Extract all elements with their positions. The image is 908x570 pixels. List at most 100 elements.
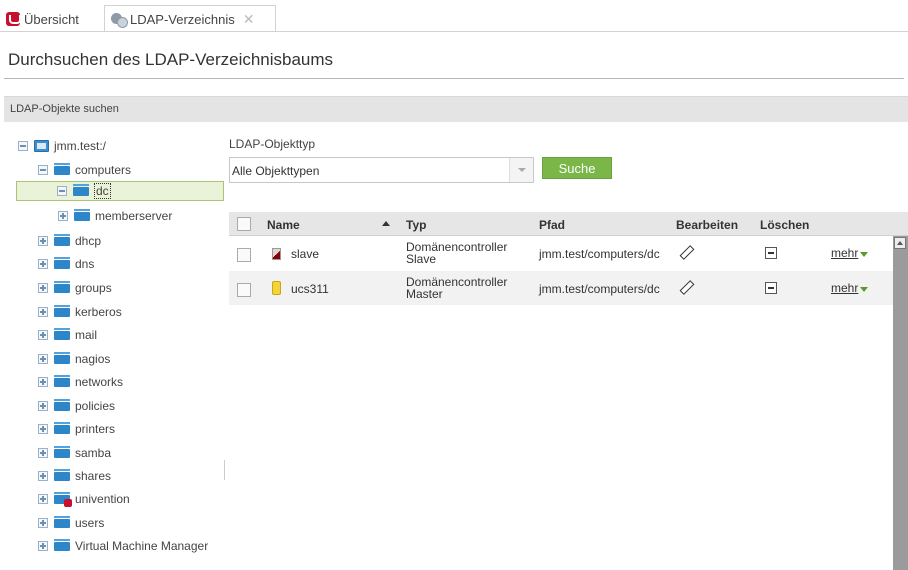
tree-node-label: dc: [94, 183, 111, 199]
expand-icon[interactable]: [38, 259, 48, 269]
tree-node-label: computers: [75, 163, 132, 177]
tree-node-dhcp[interactable]: dhcp: [38, 231, 101, 251]
collapse-icon[interactable]: [57, 186, 67, 196]
search-button[interactable]: Suche: [542, 157, 612, 179]
folder-icon: [54, 327, 70, 340]
edit-icon[interactable]: [680, 246, 692, 258]
tree-node-mail[interactable]: mail: [38, 325, 97, 345]
folder-icon: [54, 515, 70, 528]
object-type-select[interactable]: Alle Objekttypen: [229, 157, 534, 183]
row-path: jmm.test/computers/dc: [539, 282, 660, 296]
row-name: ucs311: [291, 282, 329, 296]
expand-icon[interactable]: [38, 307, 48, 317]
collapse-icon[interactable]: [38, 165, 48, 175]
tree-node-nagios[interactable]: nagios: [38, 349, 110, 369]
column-header-bearbeiten: Bearbeiten: [676, 218, 739, 232]
column-header-loeschen: Löschen: [760, 218, 810, 232]
collapse-icon[interactable]: [18, 141, 28, 151]
folder-icon: [54, 421, 70, 434]
folder-icon: [54, 374, 70, 387]
folder-icon: [54, 233, 70, 246]
tree-node-label: groups: [75, 281, 112, 295]
folder-icon: [54, 538, 70, 551]
tree-node-computers[interactable]: computers: [38, 160, 131, 180]
expand-icon[interactable]: [38, 377, 48, 387]
select-all-checkbox[interactable]: [237, 217, 251, 231]
tree-node-groups[interactable]: groups: [38, 278, 112, 298]
tree-node-policies[interactable]: policies: [38, 396, 115, 416]
folder-icon: [74, 208, 90, 221]
tree-node-users[interactable]: users: [38, 513, 104, 533]
expand-icon[interactable]: [38, 354, 48, 364]
chevron-down-icon[interactable]: [860, 252, 868, 257]
row-name: slave: [291, 247, 320, 261]
row-path: jmm.test/computers/dc: [539, 247, 660, 261]
tree-node-label: dhcp: [75, 234, 102, 248]
expand-icon[interactable]: [38, 541, 48, 551]
folder-icon: [54, 351, 70, 364]
expand-icon[interactable]: [38, 283, 48, 293]
tab-ldap-label: LDAP-Verzeichnis: [130, 11, 235, 27]
scroll-up-arrow-icon[interactable]: [894, 237, 906, 249]
delete-icon[interactable]: [765, 282, 777, 294]
tree-node-shares[interactable]: shares: [38, 466, 111, 486]
expand-icon[interactable]: [38, 471, 48, 481]
expand-icon[interactable]: [38, 494, 48, 504]
pane-splitter[interactable]: [224, 460, 225, 480]
tree-node-label: univention: [75, 492, 130, 506]
column-header-pfad[interactable]: Pfad: [539, 218, 565, 232]
dropdown-arrow-icon[interactable]: [509, 158, 533, 182]
dc-slave-icon: [272, 248, 281, 260]
expand-icon[interactable]: [38, 330, 48, 340]
table-row[interactable]: slave Domänencontroller Slave jmm.test/c…: [229, 236, 893, 270]
ldap-directory-icon: [111, 12, 128, 28]
title-divider: [4, 78, 904, 79]
delete-icon[interactable]: [765, 247, 777, 259]
tree-node-univention[interactable]: univention: [38, 489, 130, 509]
tree-node-dc[interactable]: dc: [16, 181, 224, 201]
tree-node-printers[interactable]: printers: [38, 419, 115, 439]
tree-node-label: mail: [75, 328, 98, 342]
results-grid: Name Typ Pfad Bearbeiten Löschen slave D…: [229, 212, 908, 570]
expand-icon[interactable]: [38, 236, 48, 246]
row-checkbox[interactable]: [237, 283, 251, 297]
tree-node-kerberos[interactable]: kerberos: [38, 302, 122, 322]
expand-icon[interactable]: [38, 518, 48, 528]
tree-node-label: networks: [75, 375, 124, 389]
page-title: Durchsuchen des LDAP-Verzeichnisbaums: [8, 50, 334, 69]
tree-node-samba[interactable]: samba: [38, 443, 111, 463]
tree-node-memberserver[interactable]: memberserver: [58, 206, 172, 226]
tree-node-label: Virtual Machine Manager: [75, 539, 209, 553]
expand-icon[interactable]: [38, 424, 48, 434]
object-type-value: Alle Objekttypen: [232, 164, 320, 178]
expand-icon[interactable]: [38, 448, 48, 458]
more-link[interactable]: mehr: [831, 246, 858, 260]
expand-icon[interactable]: [38, 401, 48, 411]
row-checkbox[interactable]: [237, 248, 251, 262]
tab-overview[interactable]: Übersicht: [0, 6, 85, 32]
tree-node-root[interactable]: jmm.test:/: [18, 136, 106, 156]
tab-ldap-directory[interactable]: LDAP-Verzeichnis ✕: [104, 5, 276, 32]
tree-node-label: jmm.test:/: [54, 139, 107, 153]
more-link[interactable]: mehr: [831, 281, 858, 295]
dc-master-icon: [272, 281, 281, 295]
folder-icon: [73, 183, 89, 196]
close-tab-icon[interactable]: ✕: [243, 11, 255, 28]
table-row[interactable]: ucs311 Domänencontroller Master jmm.test…: [229, 271, 893, 305]
column-header-typ[interactable]: Typ: [406, 218, 426, 232]
tree-node-virtual-machine-manager[interactable]: Virtual Machine Manager: [38, 536, 208, 556]
tree-node-label: samba: [75, 446, 112, 460]
tree-node-label: kerberos: [75, 305, 122, 319]
tree-node-label: dns: [75, 257, 95, 271]
expand-icon[interactable]: [58, 211, 68, 221]
object-type-label: LDAP-Objekttyp: [229, 137, 316, 151]
edit-icon[interactable]: [680, 281, 692, 293]
tree-node-networks[interactable]: networks: [38, 372, 123, 392]
tree-node-label: printers: [75, 422, 116, 436]
tree-node-dns[interactable]: dns: [38, 254, 94, 274]
chevron-down-icon[interactable]: [860, 287, 868, 292]
column-header-name[interactable]: Name: [267, 218, 300, 232]
grid-scrollbar[interactable]: [893, 236, 908, 570]
folder-icon: [54, 162, 70, 175]
section-header: LDAP-Objekte suchen: [4, 96, 908, 122]
